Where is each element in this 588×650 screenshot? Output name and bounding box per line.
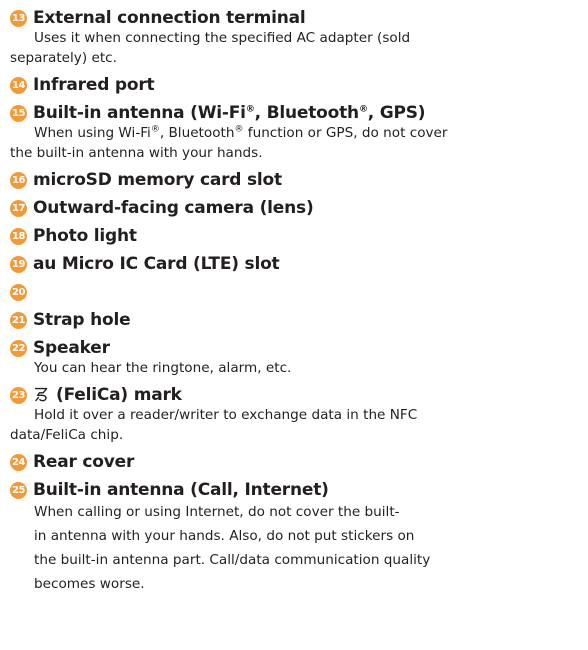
list-item-17: 17 Outward-facing camera (lens) [10, 194, 582, 222]
list-item-22: 22 Speaker You can hear the ringtone, al… [10, 334, 582, 378]
desc-line: Uses it when connecting the specified AC… [34, 30, 411, 46]
list-item-19: 19 au Micro IC Card (LTE) slot [10, 250, 582, 278]
list-item-20: 20 [10, 278, 582, 306]
number-badge-25: 25 [10, 481, 27, 499]
desc-line: Hold it over a reader/writer to exchange… [34, 407, 418, 423]
number-badge-13: 13 [10, 9, 27, 27]
number-badge-21: 21 [10, 311, 27, 329]
list-item-25: 25 Built-in antenna (Call, Internet) Whe… [10, 476, 582, 596]
parts-description-list: 13 External connection terminal Uses it … [0, 0, 588, 650]
item-title-14: Infrared port [33, 75, 155, 95]
number-badge-24: 24 [10, 453, 27, 471]
desc-line: becomes worse. [34, 576, 145, 592]
list-item-21: 21 Strap hole [10, 306, 582, 334]
list-item-18: 18 Photo light [10, 222, 582, 250]
item-title-18: Photo light [33, 226, 137, 246]
title-part: , Bluetooth [254, 103, 360, 123]
desc-line: When calling or using Internet, do not c… [34, 504, 400, 520]
list-item-15: 15 Built-in antenna (Wi-Fi®, Bluetooth®,… [10, 99, 582, 163]
registered-mark: ® [358, 104, 368, 115]
item-desc-15: When using Wi-Fi®, Bluetooth® function o… [10, 123, 582, 163]
item-title-24: Rear cover [33, 452, 135, 472]
title-part: , GPS) [367, 103, 426, 123]
item-desc-13: Uses it when connecting the specified AC… [10, 28, 582, 68]
number-badge-14: 14 [10, 76, 27, 94]
list-item-16: 16 microSD memory card slot [10, 166, 582, 194]
desc-part: When using Wi-Fi [34, 125, 151, 141]
desc-part: function or GPS, do not cover [243, 125, 448, 141]
registered-mark: ® [150, 124, 160, 135]
title-text: (FeliCa) mark [56, 385, 182, 405]
number-badge-18: 18 [10, 227, 27, 245]
list-item-23: 23 (FeliCa) mark Hold it over a reader/w… [10, 381, 582, 445]
number-badge-15: 15 [10, 104, 27, 122]
item-title-16: microSD memory card slot [33, 170, 282, 190]
item-desc-25: When calling or using Internet, do not c… [34, 500, 582, 596]
number-badge-19: 19 [10, 255, 27, 273]
item-title-21: Strap hole [33, 310, 131, 330]
number-badge-16: 16 [10, 171, 27, 189]
desc-line: data/FeliCa chip. [10, 427, 124, 443]
item-title-23: (FeliCa) mark [33, 385, 182, 405]
list-item-24: 24 Rear cover [10, 448, 582, 476]
item-title-13: External connection terminal [33, 8, 306, 28]
number-badge-23: 23 [10, 386, 27, 404]
number-badge-22: 22 [10, 339, 27, 357]
desc-line: You can hear the ringtone, alarm, etc. [34, 360, 292, 376]
number-badge-17: 17 [10, 199, 27, 217]
desc-line: in antenna with your hands. Also, do not… [34, 528, 415, 544]
item-desc-22: You can hear the ringtone, alarm, etc. [34, 358, 582, 378]
desc-line: When using Wi-Fi®, Bluetooth® function o… [34, 125, 448, 141]
item-desc-23: Hold it over a reader/writer to exchange… [10, 405, 582, 445]
item-title-15: Built-in antenna (Wi-Fi®, Bluetooth®, GP… [33, 103, 426, 123]
list-item-13: 13 External connection terminal Uses it … [10, 4, 582, 68]
desc-line: the built-in antenna part. Call/data com… [34, 552, 431, 568]
desc-part: , Bluetooth [159, 125, 235, 141]
item-title-22: Speaker [33, 338, 110, 358]
desc-line: separately) etc. [10, 50, 117, 66]
item-title-19: au Micro IC Card (LTE) slot [33, 254, 280, 274]
item-title-25: Built-in antenna (Call, Internet) [33, 480, 329, 500]
number-badge-20: 20 [10, 283, 27, 301]
felica-mark-icon [34, 387, 48, 402]
registered-mark: ® [245, 104, 255, 115]
item-title-17: Outward-facing camera (lens) [33, 198, 314, 218]
title-part: Built-in antenna (Wi-Fi [33, 103, 246, 123]
list-item-14: 14 Infrared port [10, 71, 582, 99]
desc-line: the built-in antenna with your hands. [10, 145, 263, 161]
